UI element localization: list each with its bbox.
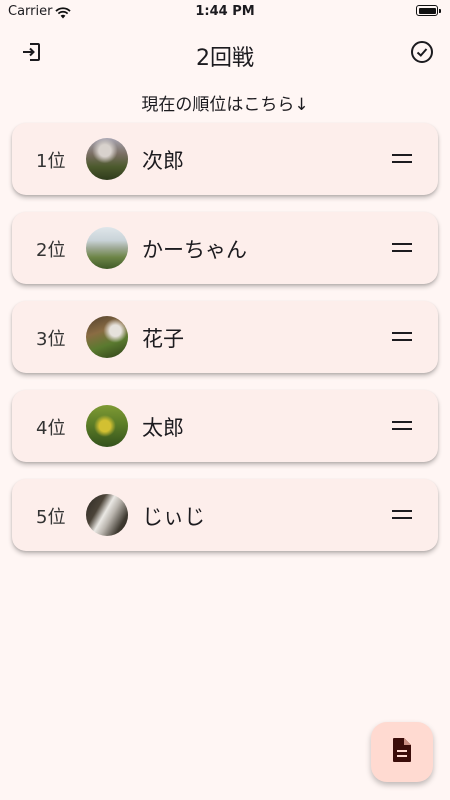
- ranking-row[interactable]: 4位 太郎: [12, 390, 438, 462]
- avatar: [86, 494, 128, 536]
- avatar: [86, 405, 128, 447]
- rank-label: 5位: [36, 507, 66, 528]
- player-name: じぃじ: [142, 505, 205, 529]
- document-icon: [391, 737, 413, 767]
- status-bar: Carrier 1:44 PM: [0, 0, 450, 24]
- page-title: 2回戦: [196, 46, 254, 71]
- ranking-row[interactable]: 2位 かーちゃん: [12, 212, 438, 284]
- ranking-subtitle: 現在の順位はこちら↓: [141, 95, 309, 115]
- drag-handle-icon[interactable]: [392, 243, 412, 252]
- rank-label: 3位: [36, 329, 66, 350]
- confirm-button[interactable]: [408, 40, 436, 68]
- status-time: 1:44 PM: [195, 4, 255, 19]
- player-name: かーちゃん: [142, 238, 247, 262]
- drag-handle-icon[interactable]: [392, 332, 412, 341]
- ranking-row[interactable]: 1位 次郎: [12, 123, 438, 195]
- ranking-row[interactable]: 3位 花子: [12, 301, 438, 373]
- drag-handle-icon[interactable]: [392, 154, 412, 163]
- check-circle-icon: [410, 40, 434, 68]
- rank-label: 2位: [36, 240, 66, 261]
- player-name: 太郎: [142, 416, 184, 440]
- player-name: 花子: [142, 327, 184, 351]
- avatar: [86, 316, 128, 358]
- rank-label: 4位: [36, 418, 66, 439]
- drag-handle-icon[interactable]: [392, 510, 412, 519]
- rank-label: 1位: [36, 151, 66, 172]
- player-name: 次郎: [142, 149, 184, 173]
- avatar: [86, 227, 128, 269]
- document-fab-button[interactable]: [371, 722, 433, 782]
- app-bar: 2回戦: [0, 30, 450, 78]
- avatar: [86, 138, 128, 180]
- battery-icon: [416, 5, 441, 16]
- ranking-list: 1位 次郎 2位 かーちゃん 3位 花子 4位 太郎 5位 じぃじ: [12, 123, 438, 568]
- drag-handle-icon[interactable]: [392, 421, 412, 430]
- ranking-row[interactable]: 5位 じぃじ: [12, 479, 438, 551]
